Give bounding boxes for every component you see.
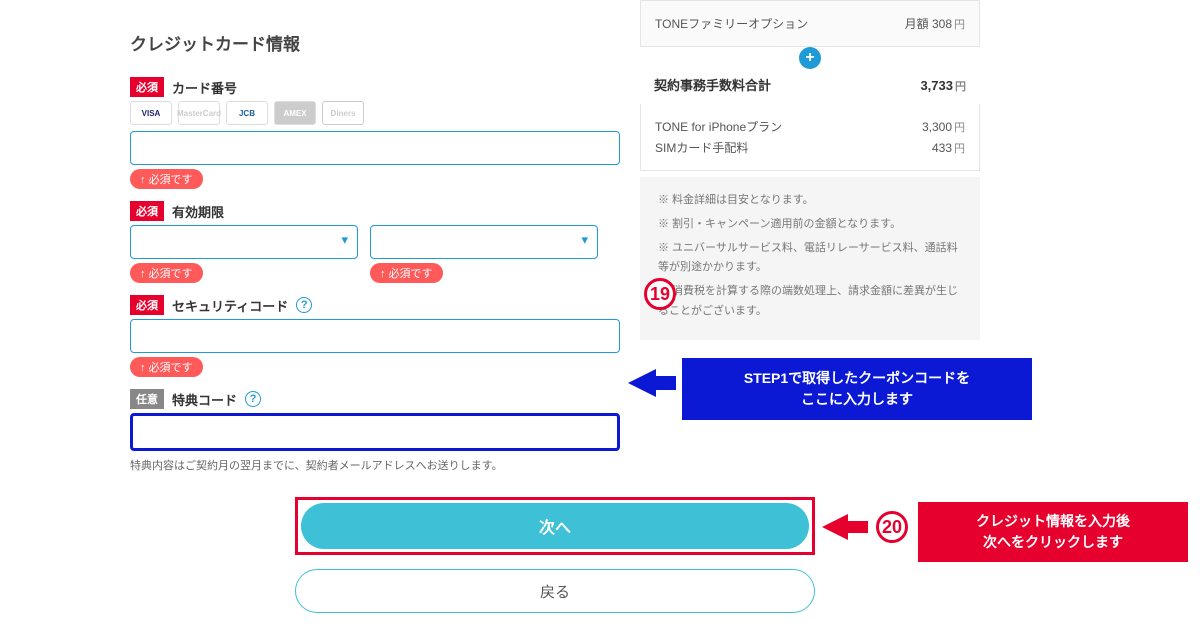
security-code-label: セキュリティコード	[172, 296, 288, 315]
mastercard-icon: MasterCard	[178, 101, 220, 125]
expiry-year-error: 必須です	[370, 263, 443, 283]
yen-unit: 円	[954, 19, 965, 31]
item-amount: 3,300	[922, 120, 952, 134]
total-label: 契約事務手数料合計	[654, 75, 771, 94]
card-number-error: 必須です	[130, 169, 203, 189]
security-code-field: 必須 セキュリティコード ? 必須です	[130, 295, 620, 383]
note-line: ※ 消費税を計算する際の端数処理上、請求金額に差異が生じることがございます。	[658, 282, 962, 322]
note-line: ※ ユニバーサルサービス料、電話リレーサービス料、通話料等が別途かかります。	[658, 239, 962, 279]
price-notes: ※ 料金詳細は目安となります。 ※ 割引・キャンペーン適用前の金額となります。 …	[640, 177, 980, 340]
note-line: ※ 料金詳細は目安となります。	[658, 191, 962, 211]
item-amount: 433	[932, 141, 952, 155]
option-price-box: TONEファミリーオプション 月額 308円	[640, 0, 980, 47]
item-label: SIMカード手配料	[655, 139, 748, 156]
card-logos: VISA MasterCard JCB AMEX Diners	[130, 101, 620, 125]
yen-unit: 円	[955, 81, 966, 93]
note-line: ※ 割引・キャンペーン適用前の金額となります。	[658, 215, 962, 235]
option-amount: 308	[932, 17, 952, 31]
help-icon[interactable]: ?	[296, 297, 312, 313]
diners-icon: Diners	[322, 101, 364, 125]
expiry-label: 有効期限	[172, 202, 224, 221]
jcb-icon: JCB	[226, 101, 268, 125]
expiry-field: 必須 有効期限 必須です 必須です	[130, 201, 620, 289]
yen-unit: 円	[954, 122, 965, 134]
yen-unit: 円	[954, 143, 965, 155]
callout-line: STEP1で取得したクーポンコードを	[690, 368, 1024, 389]
card-number-field: 必須 カード番号 VISA MasterCard JCB AMEX Diners…	[130, 77, 620, 195]
section-title: クレジットカード情報	[130, 30, 620, 55]
required-badge: 必須	[130, 295, 164, 315]
promo-code-label: 特典コード	[172, 390, 237, 409]
visa-icon: VISA	[130, 101, 172, 125]
callout-line: ここに入力します	[690, 389, 1024, 410]
total-amount: 3,733	[920, 78, 953, 93]
callout-coupon: STEP1で取得したクーポンコードを ここに入力します	[682, 358, 1032, 420]
callout-next: クレジット情報を入力後 次へをクリックします	[918, 502, 1188, 562]
security-code-error: 必須です	[130, 357, 203, 377]
plus-icon: +	[799, 47, 821, 69]
next-button[interactable]: 次へ	[301, 503, 809, 549]
card-number-input[interactable]	[130, 131, 620, 165]
arrow-left-icon	[822, 514, 848, 540]
required-badge: 必須	[130, 77, 164, 97]
item-label: TONE for iPhoneプラン	[655, 118, 782, 135]
step-badge-20: 20	[876, 511, 908, 543]
security-code-input[interactable]	[130, 319, 620, 353]
expiry-month-select[interactable]	[130, 225, 358, 259]
back-button[interactable]: 戻る	[295, 569, 815, 613]
card-number-label: カード番号	[172, 78, 237, 97]
callout-line: クレジット情報を入力後	[924, 511, 1182, 532]
promo-code-field: 任意 特典コード ? 特典内容はご契約月の翌月までに、契約者メールアドレスへお送…	[130, 389, 620, 473]
arrow-left-icon	[628, 369, 656, 397]
optional-badge: 任意	[130, 389, 164, 409]
required-badge: 必須	[130, 201, 164, 221]
next-button-highlight: 次へ	[295, 497, 815, 555]
callout-line: 次へをクリックします	[924, 532, 1182, 553]
promo-code-input[interactable]	[130, 413, 620, 451]
step-badge-19: 19	[644, 278, 676, 310]
expiry-month-error: 必須です	[130, 263, 203, 283]
help-icon[interactable]: ?	[245, 391, 261, 407]
option-label: TONEファミリーオプション	[655, 15, 808, 32]
expiry-year-select[interactable]	[370, 225, 598, 259]
amex-icon: AMEX	[274, 101, 316, 125]
promo-helper-text: 特典内容はご契約月の翌月までに、契約者メールアドレスへお送りします。	[130, 457, 620, 473]
option-prefix: 月額	[905, 17, 929, 31]
breakdown-box: TONE for iPhoneプラン 3,300円 SIMカード手配料 433円	[640, 104, 980, 171]
